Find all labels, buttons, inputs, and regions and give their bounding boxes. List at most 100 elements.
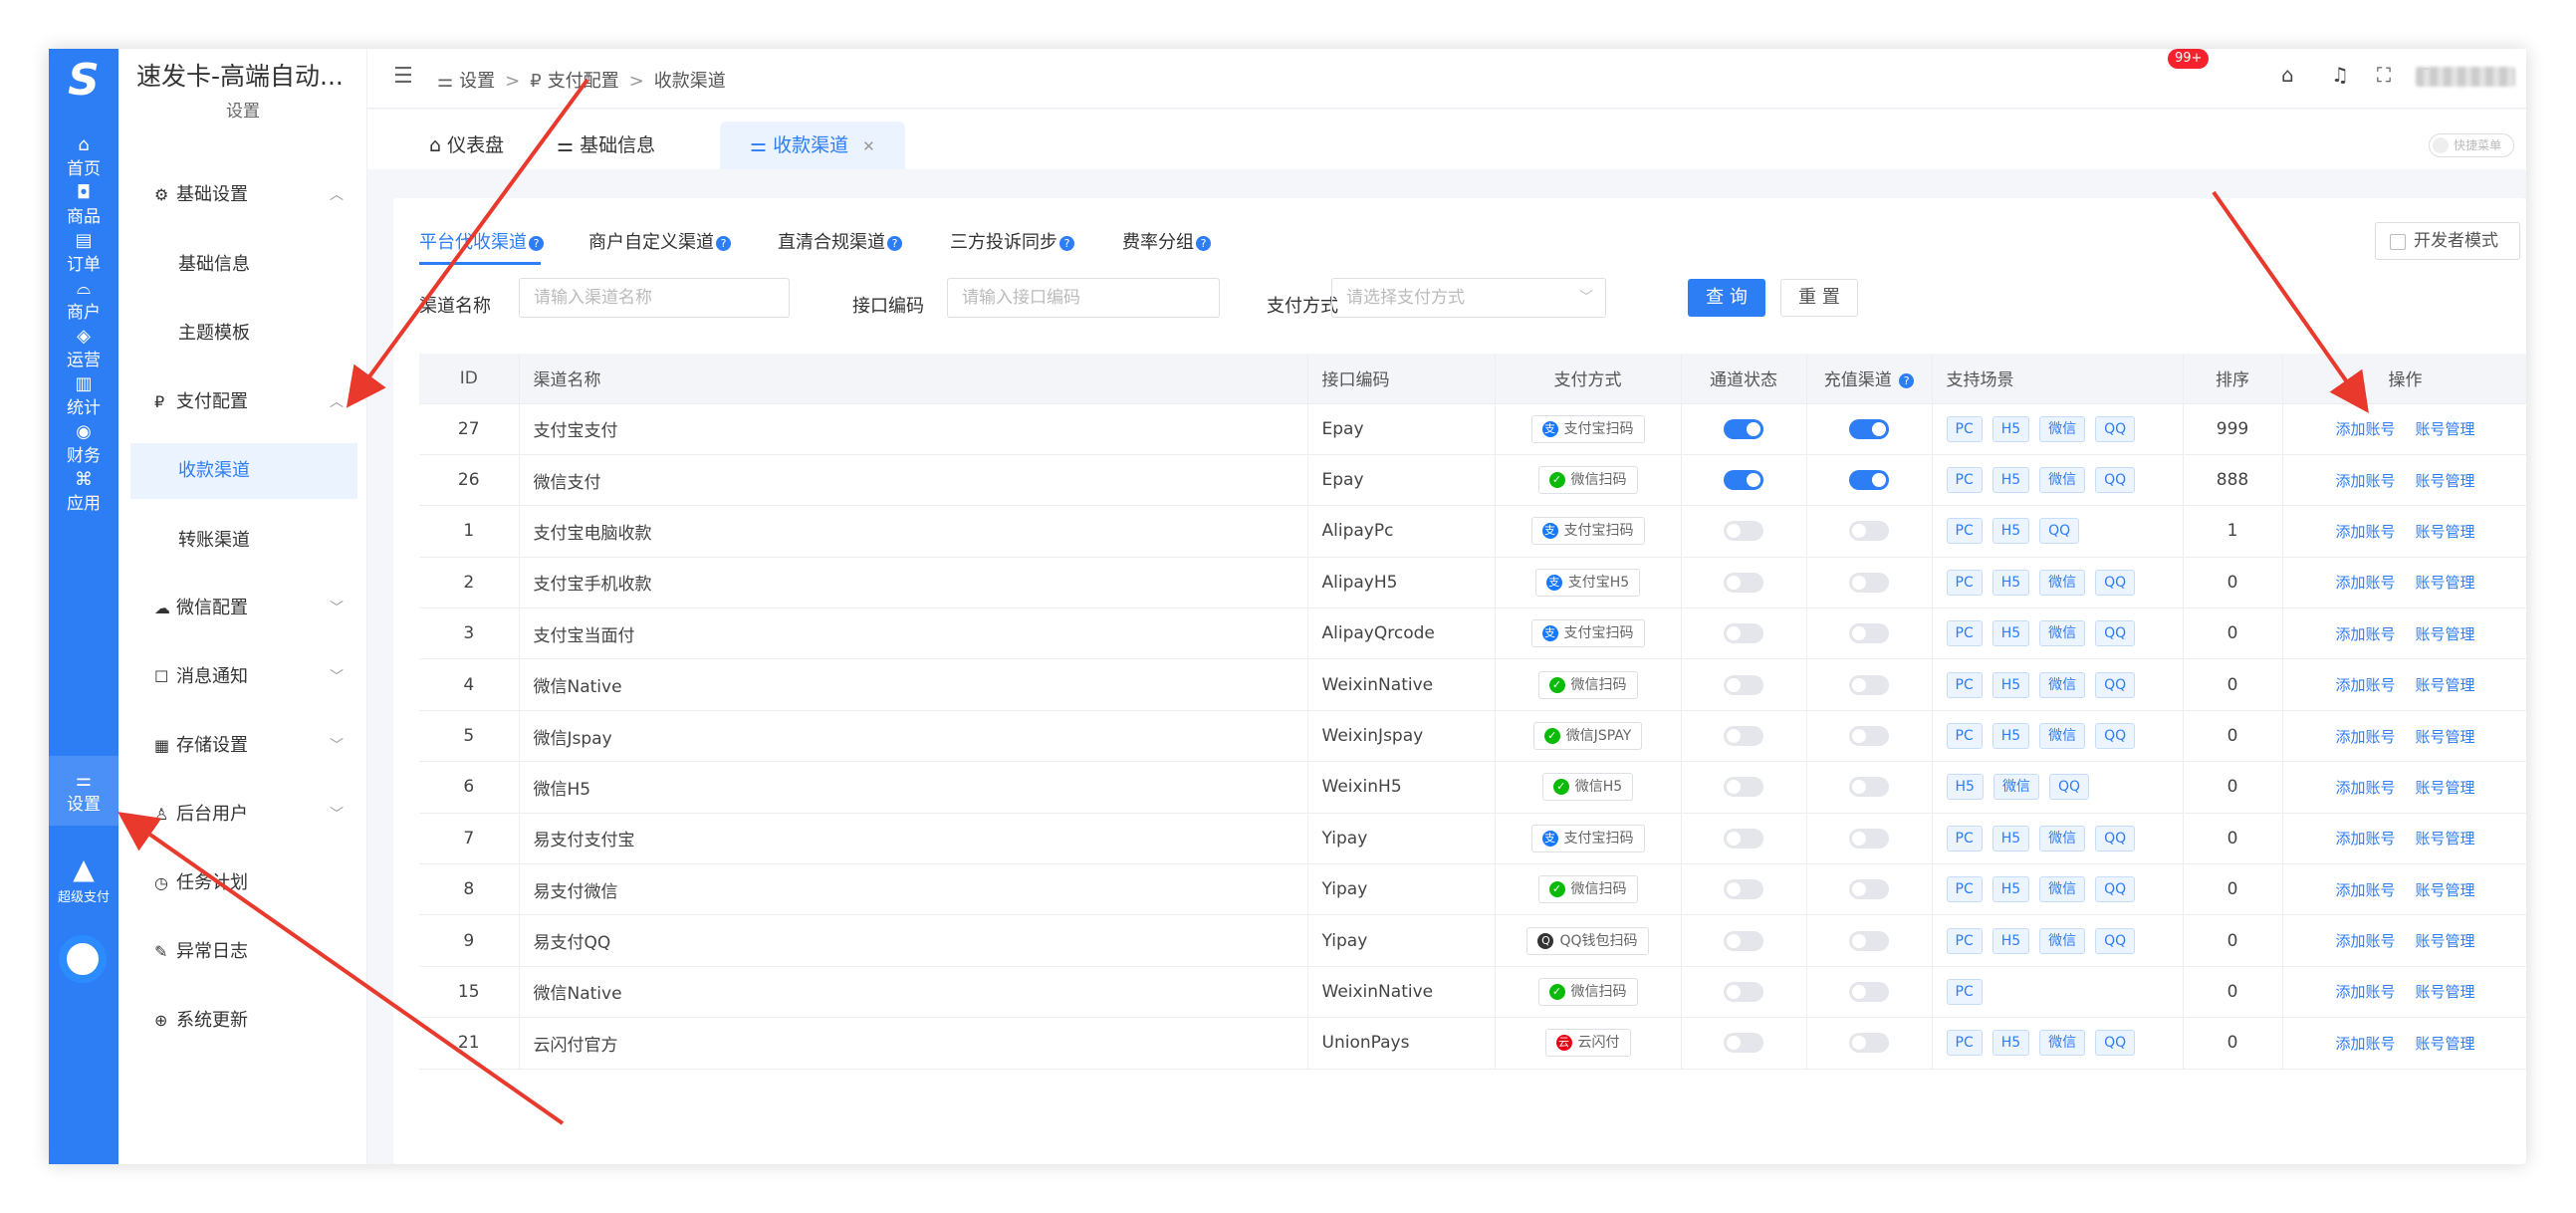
add-account-link[interactable]: 添加账号 [2335, 779, 2395, 797]
manage-accounts-link[interactable]: 账号管理 [2416, 625, 2475, 643]
channel-status-toggle[interactable] [1724, 623, 1763, 644]
tab-complaint-sync[interactable]: 三方投诉同步? [950, 228, 1074, 254]
channel-status-toggle[interactable] [1724, 879, 1763, 900]
quick-menu-toggle[interactable]: 快捷菜单 [2429, 133, 2514, 157]
help-icon[interactable]: ? [1059, 236, 1074, 251]
query-button[interactable]: 查 询 [1688, 279, 1765, 317]
channel-status-toggle[interactable] [1724, 930, 1763, 951]
collapse-menu-icon[interactable]: ☰ [393, 64, 413, 89]
menu-error-logs[interactable]: ✎ 异常日志 [118, 924, 367, 980]
channel-status-toggle[interactable] [1724, 674, 1763, 695]
help-icon[interactable]: ? [716, 236, 731, 251]
add-account-link[interactable]: 添加账号 [2335, 728, 2395, 746]
recharge-channel-toggle[interactable] [1849, 623, 1889, 644]
fullscreen-icon[interactable]: ⛶ [2377, 63, 2391, 87]
channel-status-toggle[interactable] [1724, 572, 1763, 593]
channel-status-toggle[interactable] [1724, 828, 1763, 849]
menu-transfer-channels[interactable]: 转账渠道 [118, 513, 367, 569]
manage-accounts-link[interactable]: 账号管理 [2416, 420, 2475, 438]
scene-tag: QQ [2095, 825, 2136, 851]
manage-accounts-link[interactable]: 账号管理 [2416, 728, 2475, 746]
recharge-channel-toggle[interactable] [1849, 981, 1889, 1002]
recharge-channel-toggle[interactable] [1849, 572, 1889, 593]
add-account-link[interactable]: 添加账号 [2335, 472, 2395, 490]
channel-status-toggle[interactable] [1724, 726, 1763, 747]
rail-item-super-pay[interactable]: ▲ 超级支付 [49, 846, 118, 915]
help-icon[interactable]: ? [1899, 373, 1915, 389]
menu-theme-template[interactable]: 主题模板 [118, 306, 367, 362]
menu-wechat-config[interactable]: ☁ 微信配置 ﹀ [118, 581, 367, 636]
tab-dashboard[interactable]: ⌂ 仪表盘 [429, 121, 504, 169]
channel-status-toggle[interactable] [1724, 1033, 1763, 1054]
menu-admin-users[interactable]: ♙ 后台用户 ﹀ [118, 787, 367, 843]
manage-accounts-link[interactable]: 账号管理 [2416, 523, 2475, 541]
add-account-link[interactable]: 添加账号 [2335, 420, 2395, 438]
add-account-link[interactable]: 添加账号 [2335, 983, 2395, 1001]
recharge-channel-toggle[interactable] [1849, 777, 1889, 798]
channel-status-toggle[interactable] [1724, 418, 1763, 439]
add-account-link[interactable]: 添加账号 [2335, 574, 2395, 592]
channel-status-toggle[interactable] [1724, 981, 1763, 1002]
breadcrumb-item[interactable]: 设置 [459, 71, 495, 92]
channel-status-toggle[interactable] [1724, 777, 1763, 798]
recharge-channel-toggle[interactable] [1849, 726, 1889, 747]
interface-code-input[interactable]: 请输入接口编码 [947, 278, 1220, 318]
developer-mode-checkbox[interactable]: 开发者模式 [2375, 222, 2520, 260]
add-account-link[interactable]: 添加账号 [2335, 625, 2395, 643]
tab-receiving-channels[interactable]: ⚌ 收款渠道 ✕ [720, 121, 905, 169]
add-account-link[interactable]: 添加账号 [2335, 932, 2395, 950]
menu-receiving-channels[interactable]: 收款渠道 [130, 443, 357, 499]
add-account-link[interactable]: 添加账号 [2335, 676, 2395, 694]
menu-basic-settings[interactable]: ⚙ 基础设置 ︿ [118, 167, 367, 223]
add-account-link[interactable]: 添加账号 [2335, 830, 2395, 848]
manage-accounts-link[interactable]: 账号管理 [2416, 932, 2475, 950]
add-account-link[interactable]: 添加账号 [2335, 523, 2395, 541]
recharge-channel-toggle[interactable] [1849, 828, 1889, 849]
menu-payment-config[interactable]: ₽ 支付配置 ︿ [118, 374, 367, 430]
breadcrumb-item[interactable]: 支付配置 [548, 71, 619, 92]
recharge-channel-toggle[interactable] [1849, 674, 1889, 695]
cell-name: 微信H5 [519, 761, 1308, 814]
bell-icon[interactable]: ♫ [2331, 63, 2349, 87]
help-icon[interactable]: ? [529, 236, 544, 251]
tab-compliant-channels[interactable]: 直清合规渠道? [778, 228, 902, 254]
menu-basic-info[interactable]: 基础信息 [118, 237, 367, 293]
manage-accounts-link[interactable]: 账号管理 [2416, 830, 2475, 848]
channel-name-input[interactable]: 请输入渠道名称 [519, 278, 790, 318]
manage-accounts-link[interactable]: 账号管理 [2416, 1035, 2475, 1053]
payment-method-select[interactable]: 请选择支付方式 ﹀ [1331, 278, 1606, 318]
manage-accounts-link[interactable]: 账号管理 [2416, 983, 2475, 1001]
recharge-channel-toggle[interactable] [1849, 418, 1889, 439]
recharge-channel-toggle[interactable] [1849, 879, 1889, 900]
channel-status-toggle[interactable] [1724, 470, 1763, 491]
menu-task-schedule[interactable]: ◷ 任务计划 [118, 855, 367, 911]
user-name-blurred[interactable] [2416, 67, 2515, 87]
recharge-channel-toggle[interactable] [1849, 521, 1889, 542]
add-account-link[interactable]: 添加账号 [2335, 881, 2395, 899]
reset-button[interactable]: 重 置 [1780, 279, 1858, 317]
tab-merchant-custom-channels[interactable]: 商户自定义渠道? [588, 228, 731, 254]
recharge-channel-toggle[interactable] [1849, 1033, 1889, 1054]
rail-item-settings[interactable]: ⚌ 设置 [49, 756, 118, 826]
add-account-link[interactable]: 添加账号 [2335, 1035, 2395, 1053]
recharge-channel-toggle[interactable] [1849, 470, 1889, 491]
manage-accounts-link[interactable]: 账号管理 [2416, 881, 2475, 899]
tab-basic-info[interactable]: ⚌ 基础信息 [557, 121, 655, 169]
home-icon[interactable]: ⌂ [2281, 63, 2294, 87]
menu-storage-settings[interactable]: ▦ 存储设置 ﹀ [118, 718, 367, 774]
menu-notifications[interactable]: ☐ 消息通知 ﹀ [118, 649, 367, 705]
manage-accounts-link[interactable]: 账号管理 [2416, 676, 2475, 694]
tab-rate-groups[interactable]: 费率分组? [1122, 228, 1211, 254]
manage-accounts-link[interactable]: 账号管理 [2416, 472, 2475, 490]
manage-accounts-link[interactable]: 账号管理 [2416, 574, 2475, 592]
manage-accounts-link[interactable]: 账号管理 [2416, 779, 2475, 797]
channel-status-toggle[interactable] [1724, 521, 1763, 542]
rail-item-apps[interactable]: ⌘ 应用 [49, 455, 118, 525]
recharge-channel-toggle[interactable] [1849, 930, 1889, 951]
menu-system-update[interactable]: ⊕ 系统更新 [118, 993, 367, 1049]
help-icon[interactable]: ? [1196, 236, 1211, 251]
help-icon[interactable]: ? [887, 236, 902, 251]
tab-platform-channels[interactable]: 平台代收渠道? [419, 228, 544, 254]
close-icon[interactable]: ✕ [862, 137, 875, 155]
support-chat-icon[interactable] [59, 935, 107, 983]
